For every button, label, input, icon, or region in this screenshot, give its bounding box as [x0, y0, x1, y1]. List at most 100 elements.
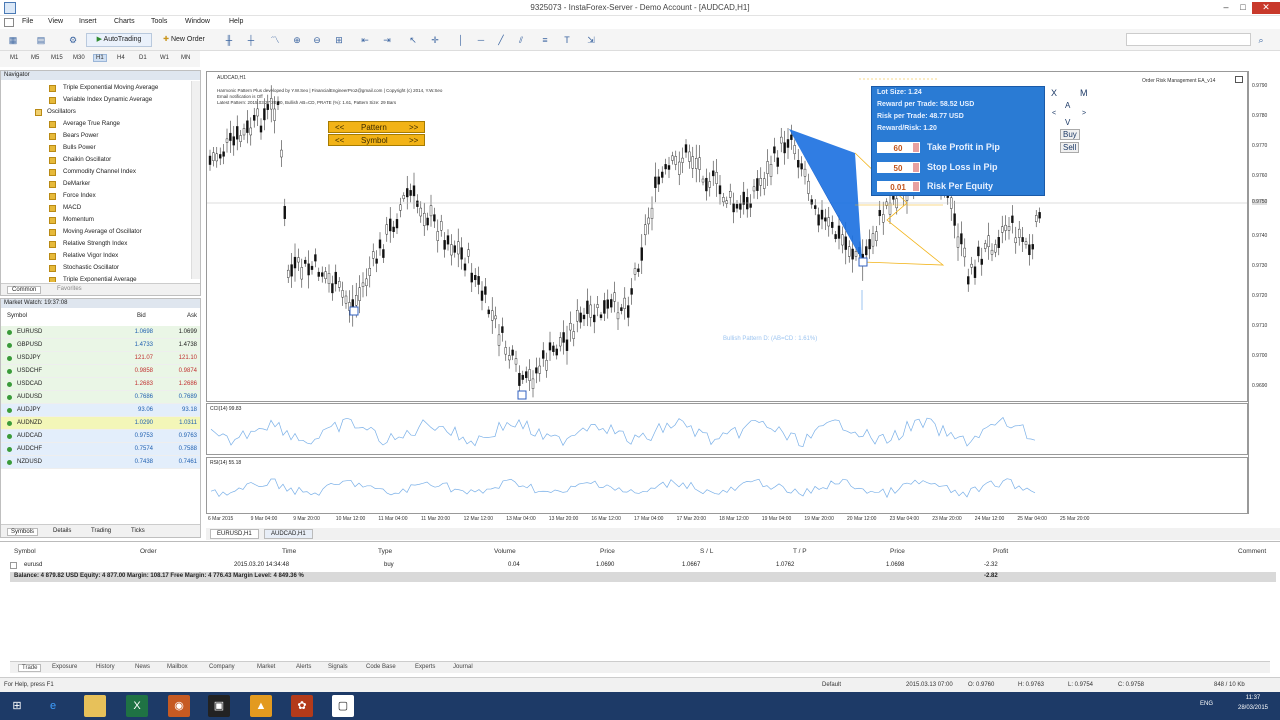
tab-journal[interactable]: Journal [453, 664, 473, 670]
metatrader-icon[interactable]: ▲ [250, 695, 272, 717]
quote-row[interactable]: AUDJPY 93.06 93.18 [1, 404, 200, 417]
nav-folder-oscillators[interactable]: Oscillators [1, 106, 191, 118]
buy-button[interactable]: Buy [1060, 129, 1080, 140]
nav-item[interactable]: Moving Average of Oscillator [1, 226, 191, 238]
tab-news[interactable]: News [135, 664, 150, 670]
fibonacci-icon[interactable]: ≡ [540, 35, 550, 45]
tab-history[interactable]: History [96, 664, 115, 670]
nav-item[interactable]: Momentum [1, 214, 191, 226]
doc-icon[interactable] [4, 18, 14, 27]
taskbar-clock[interactable]: 11:37 [1238, 695, 1268, 701]
nav-item[interactable]: Stochastic Oscillator [1, 262, 191, 274]
nav-item[interactable]: Commodity Channel Index [1, 166, 191, 178]
menu-charts[interactable]: Charts [114, 18, 135, 25]
menu-view[interactable]: View [48, 18, 63, 25]
new-order-button[interactable]: ✚ New Order [156, 33, 212, 47]
trendline-icon[interactable]: ╱ [496, 35, 506, 45]
nav-item[interactable]: Relative Strength Index [1, 238, 191, 250]
next-symbol-button[interactable]: >> [409, 135, 418, 146]
excel-icon[interactable]: X [126, 695, 148, 717]
prev-pattern-button[interactable]: << [335, 122, 344, 133]
tile-windows-icon[interactable]: ⊞ [334, 35, 344, 45]
chart-tab-audcad[interactable]: AUDCAD,H1 [264, 529, 313, 539]
sell-button[interactable]: Sell [1060, 142, 1080, 153]
line-chart-icon[interactable]: 〽 [270, 35, 280, 45]
tab-exposure[interactable]: Exposure [52, 664, 77, 670]
profiles-icon[interactable]: ▤ [36, 35, 46, 45]
text-tool-icon[interactable]: T [562, 35, 572, 45]
tab-alerts[interactable]: Alerts [296, 664, 311, 670]
nav-item[interactable]: MACD [1, 202, 191, 214]
tab-market[interactable]: Market [257, 664, 275, 670]
tab-favorites[interactable]: Favorites [57, 286, 82, 292]
firefox-icon[interactable]: ◉ [168, 695, 190, 717]
quote-row[interactable]: GBPUSD 1.4733 1.4738 [1, 339, 200, 352]
tf-w1[interactable]: W1 [160, 55, 169, 61]
chart-shift-icon[interactable]: ⇥ [382, 35, 392, 45]
tab-company[interactable]: Company [209, 664, 235, 670]
tab-trading[interactable]: Trading [91, 528, 111, 534]
tab-code-base[interactable]: Code Base [366, 664, 396, 670]
menu-file[interactable]: File [22, 18, 33, 25]
nav-item[interactable]: Relative Vigor Index [1, 250, 191, 262]
prev-symbol-button[interactable]: << [335, 135, 344, 146]
tab-details[interactable]: Details [53, 528, 71, 534]
tf-h1[interactable]: H1 [93, 54, 107, 62]
nav-item[interactable]: Triple Exponential Average [1, 274, 191, 282]
search-icon[interactable]: ⌕ [1256, 35, 1266, 45]
explorer-icon[interactable] [84, 695, 106, 717]
horizontal-line-icon[interactable]: ─ [476, 35, 486, 45]
v-button[interactable]: V [1065, 118, 1070, 127]
quote-row[interactable]: AUDCHF 0.7574 0.7588 [1, 443, 200, 456]
minimize-button[interactable]: – [1219, 2, 1233, 12]
start-button-icon[interactable]: ⊞ [6, 695, 28, 717]
trade-row[interactable]: eurusd 2015.03.20 14:34:48 buy 0.04 1.06… [10, 561, 1276, 571]
cursor-icon[interactable]: ↖ [408, 35, 418, 45]
navigator-scrollbar[interactable] [191, 81, 200, 279]
quote-row[interactable]: USDCAD 1.2683 1.2686 [1, 378, 200, 391]
ie-icon[interactable]: e [42, 695, 64, 717]
stop-loss-spinner[interactable] [912, 162, 920, 173]
tab-experts[interactable]: Experts [415, 664, 435, 670]
nav-item[interactable]: Triple Exponential Moving Average [1, 82, 191, 94]
close-panel-button[interactable]: X [1051, 88, 1057, 98]
right-arrow-icon[interactable]: > [1082, 110, 1086, 117]
cci-pane[interactable]: CCI(14) 99.83 [206, 403, 1248, 455]
tab-signals[interactable]: Signals [328, 664, 348, 670]
nav-item[interactable]: DeMarker [1, 178, 191, 190]
channel-icon[interactable]: ⫽ [516, 35, 526, 45]
chart-tab-eurusd[interactable]: EURUSD,H1 [210, 529, 259, 539]
minimize-panel-button[interactable]: M [1080, 88, 1088, 98]
quote-row[interactable]: AUDUSD 0.7686 0.7689 [1, 391, 200, 404]
risk-equity-spinner[interactable] [912, 181, 920, 192]
new-chart-icon[interactable]: ▦ [8, 35, 18, 45]
options-icon[interactable]: ⚙ [68, 35, 78, 45]
nav-item[interactable]: Variable Index Dynamic Average [1, 94, 191, 106]
app2-icon[interactable]: ✿ [291, 695, 313, 717]
app-icon[interactable]: ▣ [208, 695, 230, 717]
menu-window[interactable]: Window [185, 18, 210, 25]
tf-m30[interactable]: M30 [73, 55, 85, 61]
tf-m1[interactable]: M1 [10, 55, 18, 61]
tf-m15[interactable]: M15 [51, 55, 63, 61]
tf-d1[interactable]: D1 [139, 55, 147, 61]
app3-icon[interactable]: ▢ [332, 695, 354, 717]
nav-item[interactable]: Bears Power [1, 130, 191, 142]
close-button[interactable]: ✕ [1252, 2, 1280, 14]
quote-row[interactable]: USDJPY 121.07 121.10 [1, 352, 200, 365]
nav-item[interactable]: Chaikin Oscillator [1, 154, 191, 166]
maximize-button[interactable]: □ [1236, 2, 1250, 12]
quote-row[interactable]: USDCHF 0.9858 0.9874 [1, 365, 200, 378]
tab-common[interactable]: Common [7, 286, 42, 294]
take-profit-spinner[interactable] [912, 142, 920, 153]
quote-row[interactable]: NZDUSD 0.7438 0.7461 [1, 456, 200, 469]
tab-mailbox[interactable]: Mailbox [167, 664, 188, 670]
tab-trade[interactable]: Trade [18, 664, 42, 672]
candlestick-icon[interactable]: ┼ [246, 35, 256, 45]
quote-row[interactable]: AUDNZD 1.0290 1.0311 [1, 417, 200, 430]
autotrading-button[interactable]: ▶ AutoTrading [86, 33, 152, 47]
a-button[interactable]: A [1065, 101, 1070, 110]
search-input[interactable] [1126, 33, 1251, 46]
tf-m5[interactable]: M5 [31, 55, 39, 61]
zoom-in-icon[interactable]: ⊕ [292, 35, 302, 45]
